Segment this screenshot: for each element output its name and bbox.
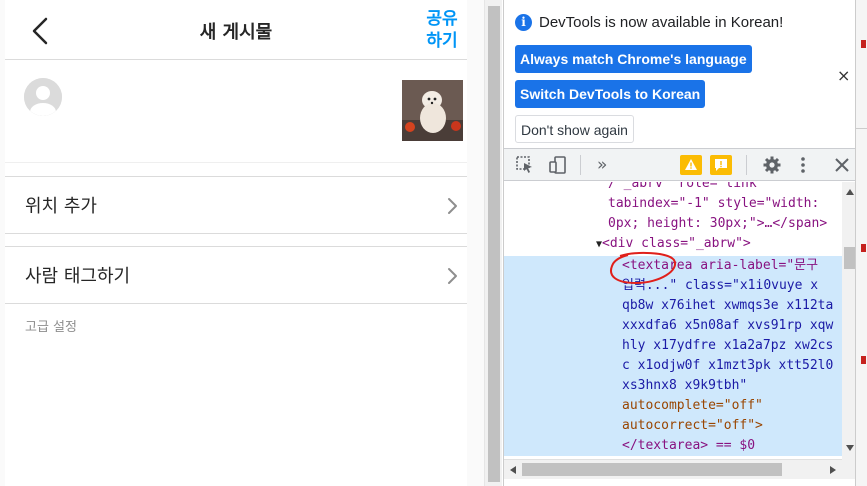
app-header: 새 게시물 공유 하기 bbox=[5, 0, 467, 60]
inspect-element-icon[interactable] bbox=[515, 155, 535, 175]
add-location-label: 위치 추가 bbox=[25, 196, 97, 217]
code-text: qb8w x76ihet xwmqs3e x112ta bbox=[622, 298, 834, 313]
code-text: </textarea> == $0 bbox=[622, 438, 756, 453]
code-text: autocorrect="off"> bbox=[622, 418, 763, 433]
toolbar-divider bbox=[580, 155, 581, 175]
settings-gear-icon[interactable] bbox=[762, 155, 782, 175]
code-text: xxxdfa6 x5n08af xvs91rp xqw bbox=[622, 318, 834, 333]
advanced-settings-link[interactable]: 고급 설정 bbox=[25, 316, 77, 335]
horizontal-scrollbar[interactable] bbox=[504, 459, 842, 479]
tag-people-row[interactable]: 사람 태그하기 bbox=[5, 248, 467, 304]
scroll-right-icon[interactable] bbox=[829, 465, 837, 475]
share-button[interactable]: 공유 하기 bbox=[422, 8, 462, 52]
scroll-up-icon[interactable] bbox=[845, 188, 855, 196]
default-avatar-icon bbox=[24, 78, 62, 116]
issues-badge[interactable] bbox=[710, 155, 732, 175]
close-devtools-icon[interactable] bbox=[834, 155, 850, 175]
selected-node-line[interactable]: qb8w x76ihet xwmqs3e x112ta bbox=[504, 296, 842, 316]
always-match-language-button[interactable]: Always match Chrome's language bbox=[515, 45, 752, 73]
device-toolbar-icon[interactable] bbox=[548, 155, 568, 175]
scroll-down-icon[interactable] bbox=[845, 444, 855, 452]
section-divider bbox=[5, 163, 467, 177]
post-thumbnail[interactable] bbox=[402, 80, 463, 141]
chevron-right-icon bbox=[448, 268, 457, 284]
code-text: hly x17ydfre x1a2a7pz xw2cs bbox=[622, 338, 834, 353]
language-infobar: i DevTools is now available in Korean! A… bbox=[504, 0, 859, 148]
more-tabs-icon[interactable]: » bbox=[597, 155, 617, 175]
share-label-line2: 하기 bbox=[426, 31, 458, 51]
adjacent-panel-marks bbox=[856, 40, 867, 364]
close-icon[interactable]: × bbox=[837, 66, 850, 85]
switch-to-korean-button[interactable]: Switch DevTools to Korean bbox=[515, 80, 706, 108]
toolbar-divider bbox=[746, 155, 747, 175]
code-text: autocomplete="off" bbox=[622, 398, 763, 413]
selected-node-line[interactable]: xs3hnx8 x9k9tbh" bbox=[504, 376, 842, 396]
scrollbar-thumb[interactable] bbox=[522, 463, 782, 476]
app-panel: 새 게시물 공유 하기 위치 추가 사람 태그하기 고급 설정 bbox=[0, 0, 484, 486]
more-options-icon[interactable] bbox=[797, 155, 809, 175]
warnings-badge[interactable] bbox=[680, 155, 702, 175]
infobar-message: DevTools is now available in Korean! bbox=[539, 14, 784, 31]
devtools-panel: i DevTools is now available in Korean! A… bbox=[503, 0, 867, 486]
compose-row bbox=[5, 61, 467, 163]
code-text: xs3hnx8 x9k9tbh" bbox=[622, 378, 748, 393]
page-scrollbar[interactable] bbox=[484, 0, 502, 486]
selected-node-line[interactable]: hly x17ydfre x1a2a7pz xw2cs bbox=[504, 336, 842, 356]
elements-tree[interactable]: / _abrv role= link tabindex="-1" style="… bbox=[504, 182, 842, 459]
code-text: / _abrv role= link bbox=[608, 182, 757, 191]
page-title: 새 게시물 bbox=[199, 22, 273, 43]
new-post-page: 새 게시물 공유 하기 위치 추가 사람 태그하기 고급 설정 bbox=[5, 0, 467, 486]
selected-node-line[interactable]: c x1odjw0f x1mzt3pk xtt52l0 bbox=[504, 356, 842, 376]
share-label-line1: 공유 bbox=[426, 9, 458, 29]
info-icon: i bbox=[515, 14, 532, 31]
avatar bbox=[24, 78, 62, 116]
code-line[interactable]: tabindex="-1" style="width: bbox=[608, 194, 842, 214]
code-text: <div class="_abrw"> bbox=[602, 236, 751, 251]
selected-node-line[interactable]: </textarea> == $0 bbox=[504, 436, 842, 456]
chevron-right-icon bbox=[448, 198, 457, 214]
scrollbar-thumb[interactable] bbox=[488, 6, 500, 482]
red-annotation-circle bbox=[610, 251, 677, 285]
section-divider bbox=[5, 235, 467, 247]
devtools-toolbar: » bbox=[504, 148, 859, 181]
selected-node-line[interactable]: autocorrect="off"> bbox=[504, 416, 842, 436]
selected-node-line[interactable]: autocomplete="off" bbox=[504, 396, 842, 416]
dog-photo-icon bbox=[402, 80, 463, 141]
code-line[interactable]: / _abrv role= link bbox=[608, 182, 842, 194]
code-text: tabindex="-1" style="width: bbox=[608, 196, 820, 211]
selected-node-line[interactable]: xxxdfa6 x5n08af xvs91rp xqw bbox=[504, 316, 842, 336]
adjacent-panel-edge bbox=[855, 0, 867, 486]
code-text: c x1odjw0f x1mzt3pk xtt52l0 bbox=[622, 358, 834, 373]
dont-show-again-button[interactable]: Don't show again bbox=[515, 115, 634, 143]
add-location-row[interactable]: 위치 추가 bbox=[5, 178, 467, 234]
tag-people-label: 사람 태그하기 bbox=[25, 266, 131, 287]
code-text: 0px; height: 30px;">…</span> bbox=[608, 216, 828, 231]
screen: 새 게시물 공유 하기 위치 추가 사람 태그하기 고급 설정 i DevToo… bbox=[0, 0, 867, 486]
scroll-left-icon[interactable] bbox=[509, 465, 517, 475]
code-line[interactable]: 0px; height: 30px;">…</span> bbox=[608, 214, 842, 234]
